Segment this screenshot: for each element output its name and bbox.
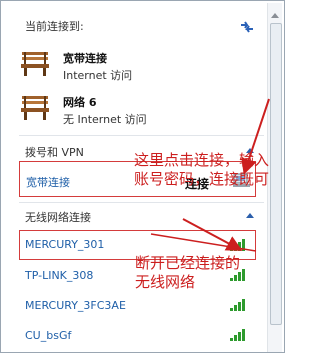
- wifi-annotation: 断开已经连接的 无线网络: [135, 254, 240, 292]
- divider: [19, 135, 264, 136]
- wifi-network-item[interactable]: MERCURY_3FC3AE: [25, 299, 126, 312]
- annotation-line: 这里点击连接，输入: [134, 151, 270, 169]
- connection-name: 网络 6: [63, 96, 97, 109]
- network-flyout: 当前连接到: 宽带连接 Internet 访问 网络 6 无 Internet …: [0, 0, 285, 353]
- wifi-network-item[interactable]: MERCURY_301: [25, 238, 104, 251]
- annotation-line: 断开已经连接的: [135, 254, 241, 272]
- vpn-annotation: 这里点击连接，输入 账号密码，连接既可: [134, 151, 269, 189]
- wifi-signal-icon: [230, 327, 248, 341]
- network-bench-icon: [19, 93, 51, 121]
- annotation-line: 无线网络: [135, 273, 196, 291]
- annotation-line: 账号密码，连接既可: [134, 170, 270, 188]
- wifi-network-item[interactable]: TP-LINK_308: [25, 269, 93, 282]
- connection-name: 宽带连接: [63, 52, 107, 65]
- connection-status: Internet 访问: [63, 69, 133, 82]
- wifi-signal-icon: [230, 297, 248, 311]
- current-connection-broadband[interactable]: 宽带连接 Internet 访问: [19, 45, 239, 89]
- wifi-signal-icon: [230, 237, 248, 251]
- divider: [19, 202, 264, 203]
- vpn-section-label: 拨号和 VPN: [25, 146, 84, 159]
- wireless-section-label: 无线网络连接: [25, 211, 91, 224]
- scrollbar[interactable]: [267, 3, 282, 352]
- chevron-up-icon[interactable]: [246, 213, 254, 218]
- scrollbar-thumb[interactable]: [270, 23, 282, 325]
- wifi-network-item[interactable]: CU_bsGf: [25, 329, 71, 342]
- refresh-icon[interactable]: [238, 19, 256, 35]
- scroll-up-icon[interactable]: [271, 13, 279, 18]
- current-connections-label: 当前连接到:: [25, 20, 84, 33]
- current-connection-network6[interactable]: 网络 6 无 Internet 访问: [19, 89, 239, 133]
- network-bench-icon: [19, 49, 51, 77]
- connection-status: 无 Internet 访问: [63, 113, 147, 126]
- vpn-item-name: 宽带连接: [26, 176, 70, 189]
